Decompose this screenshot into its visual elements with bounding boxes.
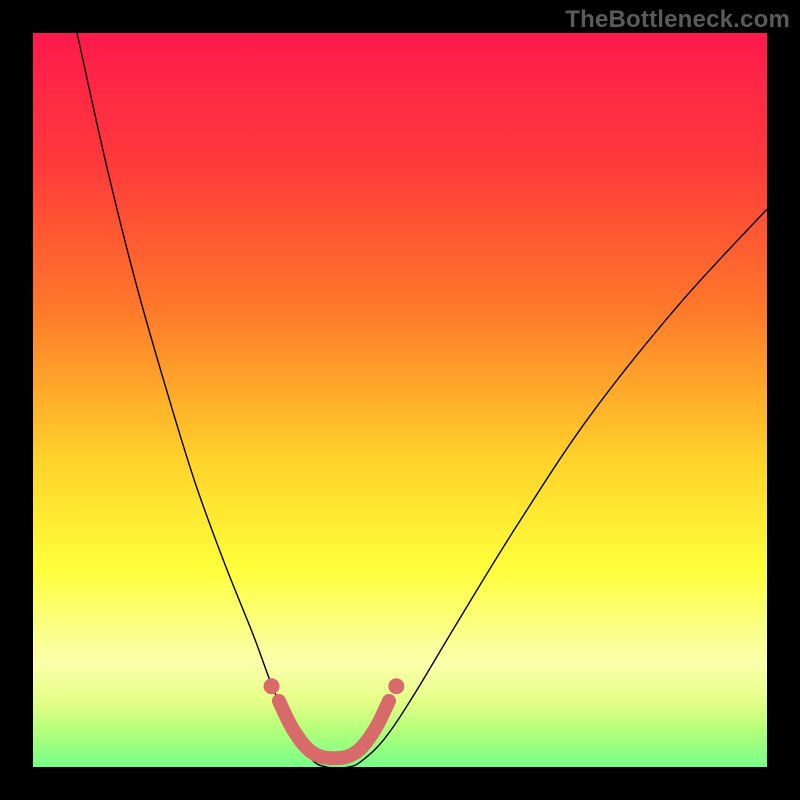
series-dot-right bbox=[388, 678, 404, 694]
series-dot-left bbox=[264, 678, 280, 694]
outer-frame: TheBottleneck.com bbox=[0, 0, 800, 800]
curve-canvas bbox=[33, 33, 767, 767]
plot-area bbox=[33, 33, 767, 767]
highlight-strip bbox=[33, 648, 767, 767]
watermark-text: TheBottleneck.com bbox=[565, 6, 790, 34]
